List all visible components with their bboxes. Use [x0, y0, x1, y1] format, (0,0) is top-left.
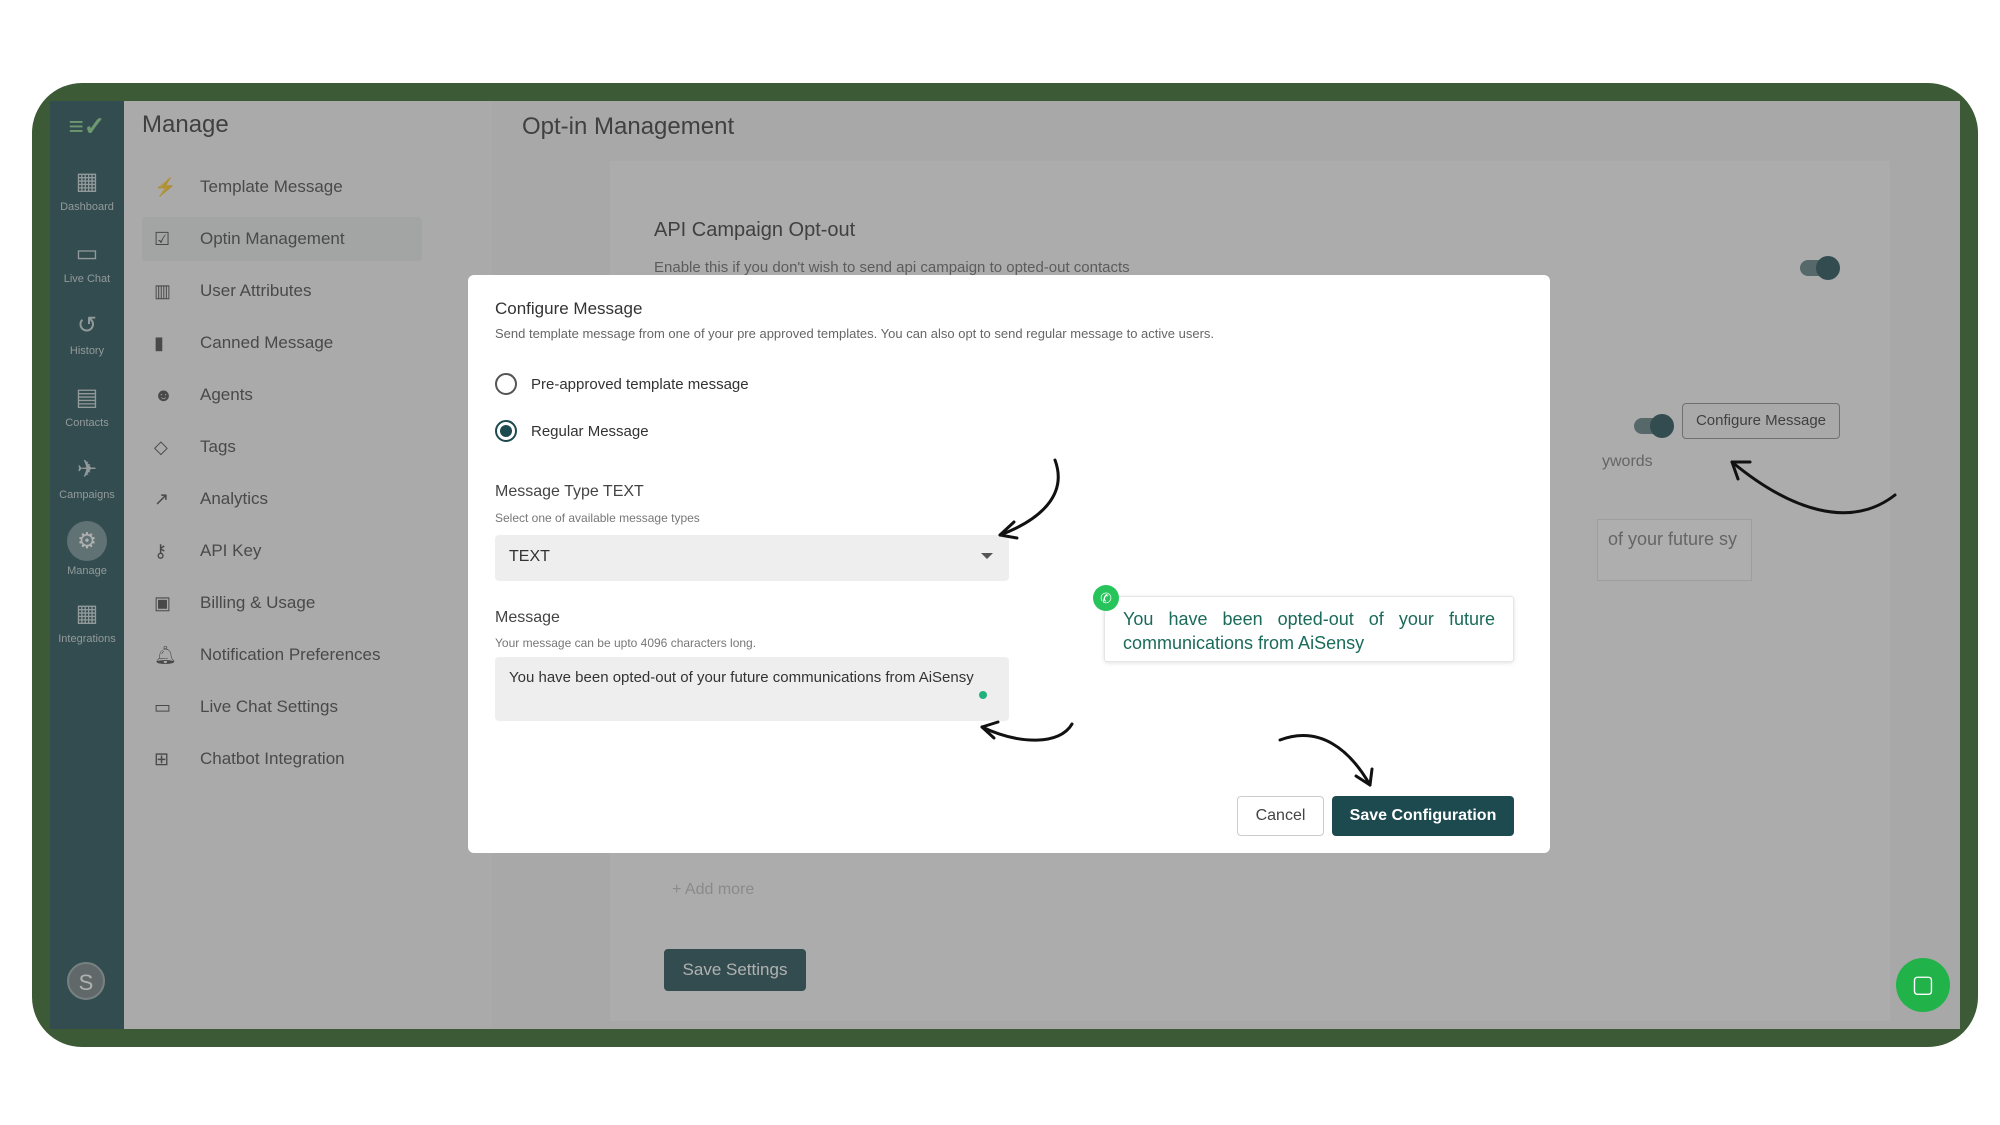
- cancel-button[interactable]: Cancel: [1237, 796, 1324, 836]
- message-textarea[interactable]: You have been opted-out of your future c…: [495, 657, 1009, 721]
- save-configuration-button[interactable]: Save Configuration: [1332, 796, 1514, 836]
- select-value: TEXT: [509, 548, 550, 565]
- chevron-down-icon: [981, 553, 993, 559]
- message-label: Message: [495, 609, 560, 626]
- app-screen: ≡✓ ▦ Dashboard ▭ Live Chat ↺ History ▤ C…: [50, 101, 1960, 1029]
- whatsapp-icon: ✆: [1093, 585, 1119, 611]
- message-value: You have been opted-out of your future c…: [509, 669, 974, 686]
- dialog-subtitle: Send template message from one of your p…: [495, 326, 1215, 341]
- chat-widget-button[interactable]: ▢: [1896, 958, 1950, 1012]
- radio-button[interactable]: [495, 420, 517, 442]
- message-type-label: Message Type TEXT: [495, 483, 644, 500]
- message-type-select[interactable]: TEXT: [495, 535, 1009, 581]
- whatsapp-preview: You have been opted-out of your future c…: [1104, 596, 1514, 662]
- radio-template-option[interactable]: Pre-approved template message: [495, 373, 749, 395]
- dialog-title: Configure Message: [495, 299, 643, 318]
- radio-button[interactable]: [495, 373, 517, 395]
- message-type-help: Select one of available message types: [495, 511, 700, 525]
- radio-regular-option[interactable]: Regular Message: [495, 420, 649, 442]
- message-help: Your message can be upto 4096 characters…: [495, 636, 757, 650]
- configure-message-dialog: Configure Message Send template message …: [468, 275, 1550, 853]
- radio-label: Pre-approved template message: [531, 375, 749, 393]
- radio-label: Regular Message: [531, 422, 649, 440]
- chat-bubble-icon: ▢: [1911, 971, 1935, 998]
- status-dot-icon: [979, 691, 987, 699]
